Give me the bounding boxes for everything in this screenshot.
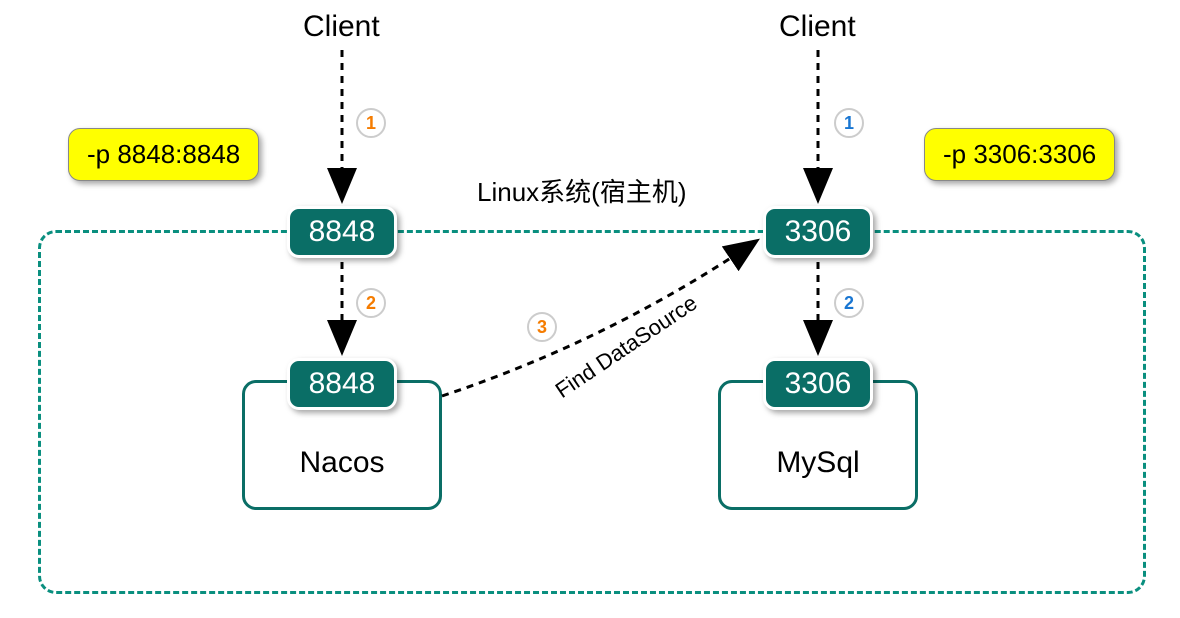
host-port-left: 8848 [287,206,397,258]
port-mapping-right: -p 3306:3306 [924,128,1115,181]
step-badge-right-1: 1 [834,108,864,138]
client-left-label: Client [303,10,380,44]
container-name-mysql: MySql [718,446,918,480]
container-port-right: 3306 [763,358,873,410]
host-port-right: 3306 [763,206,873,258]
step-badge-left-1: 1 [356,108,386,138]
system-label: Linux系统(宿主机) [477,172,686,209]
step-badge-center-3: 3 [527,312,557,342]
container-name-nacos: Nacos [242,446,442,480]
step-badge-left-2: 2 [356,288,386,318]
step-badge-right-2: 2 [834,288,864,318]
container-port-left: 8848 [287,358,397,410]
linux-host-box [38,230,1146,594]
client-right-label: Client [779,10,856,44]
port-mapping-left: -p 8848:8848 [68,128,259,181]
diagram-stage: Client Client -p 8848:8848 -p 3306:3306 … [0,0,1180,618]
